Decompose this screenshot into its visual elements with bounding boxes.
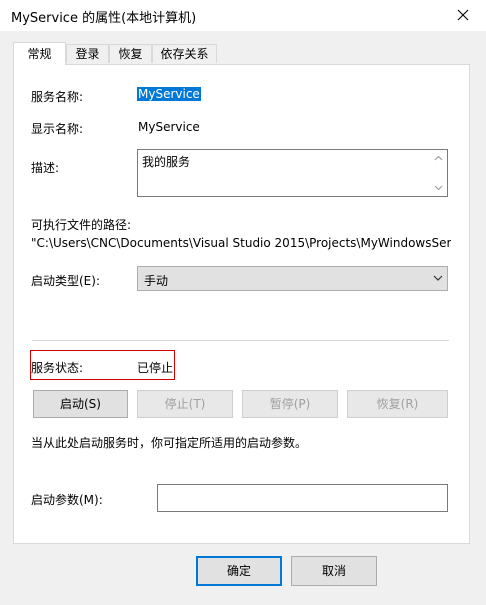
exe-path-value[interactable]: "C:\Users\CNC\Documents\Visual Studio 20… — [31, 236, 451, 250]
service-properties-window: MyService 的属性(本地计算机) 常规 登录 恢复 依存关系 服务名称:… — [0, 0, 486, 605]
tab-dependencies-label: 依存关系 — [160, 47, 209, 61]
tab-general[interactable]: 常规 — [13, 42, 66, 65]
ok-button[interactable]: 确定 — [196, 556, 282, 586]
section-divider — [32, 340, 449, 341]
tab-dependencies[interactable]: 依存关系 — [152, 44, 217, 63]
chevron-down-icon — [433, 275, 443, 281]
start-button[interactable]: 启动(S) — [33, 390, 128, 418]
general-tab-panel: 服务名称: MyService 显示名称: MyService 描述: 我的服务… — [13, 64, 470, 544]
tab-recovery[interactable]: 恢复 — [109, 44, 152, 63]
start-button-label: 启动(S) — [60, 397, 101, 411]
service-status-value: 已停止 — [137, 361, 174, 375]
cancel-button-label: 取消 — [321, 564, 346, 578]
scroll-down-icon[interactable] — [434, 185, 443, 191]
description-label: 描述: — [31, 161, 60, 175]
tab-recovery-label: 恢复 — [118, 47, 143, 61]
pause-button[interactable]: 暂停(P) — [242, 390, 338, 418]
service-name-value[interactable]: MyService — [137, 87, 201, 101]
tab-logon[interactable]: 登录 — [66, 44, 109, 63]
service-name-label: 服务名称: — [31, 90, 84, 104]
resume-button[interactable]: 恢复(R) — [347, 390, 448, 418]
start-params-input[interactable] — [157, 484, 448, 512]
close-icon — [457, 9, 469, 21]
title-bar[interactable]: MyService 的属性(本地计算机) — [0, 0, 486, 31]
stop-button-label: 停止(T) — [164, 397, 206, 411]
exe-path-label: 可执行文件的路径: — [31, 218, 132, 232]
tab-general-label: 常规 — [27, 47, 52, 61]
stop-button[interactable]: 停止(T) — [137, 390, 233, 418]
ok-button-label: 确定 — [226, 564, 251, 578]
window-title: MyService 的属性(本地计算机) — [11, 11, 197, 26]
close-button[interactable] — [448, 2, 478, 28]
tab-logon-label: 登录 — [75, 47, 100, 61]
resume-button-label: 恢复(R) — [376, 397, 419, 411]
pause-button-label: 暂停(P) — [269, 397, 311, 411]
start-params-label: 启动参数(M): — [31, 493, 103, 507]
startup-type-select[interactable]: 手动 — [137, 266, 448, 291]
description-text: 我的服务 — [142, 155, 191, 169]
start-params-hint: 当从此处启动服务时，你可指定所适用的启动参数。 — [31, 436, 308, 450]
description-scrollbar[interactable] — [430, 150, 447, 196]
display-name-label: 显示名称: — [31, 122, 84, 136]
scroll-up-icon[interactable] — [434, 155, 443, 161]
service-status-label: 服务状态: — [31, 361, 84, 375]
display-name-value[interactable]: MyService — [138, 120, 200, 134]
description-textarea[interactable]: 我的服务 — [137, 149, 448, 197]
startup-type-value: 手动 — [144, 274, 169, 288]
cancel-button[interactable]: 取消 — [291, 556, 377, 586]
startup-type-label: 启动类型(E): — [31, 274, 100, 288]
